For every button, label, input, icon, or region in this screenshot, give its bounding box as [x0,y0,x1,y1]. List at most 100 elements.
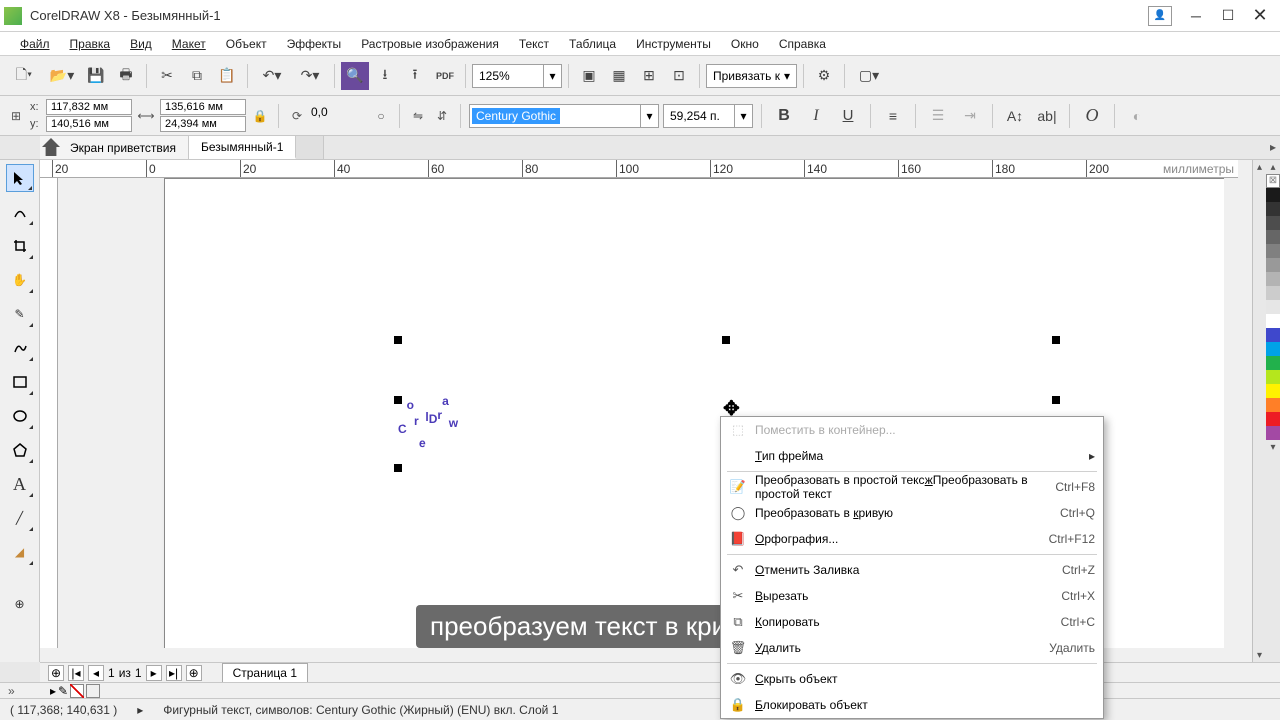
ctx-item[interactable]: 📝Преобразовать в простой тексжПреобразов… [721,474,1103,500]
handle-ml[interactable] [394,396,402,404]
fontsize-combo[interactable]: 59,254 п.▾ [663,104,753,128]
tab-document[interactable]: Безымянный-1 [189,136,296,159]
add-page-start-button[interactable]: ⊕ [48,665,64,681]
menu-tools[interactable]: Инструменты [626,33,721,54]
ctx-item[interactable]: ↶Отменить ЗаливкаCtrl+Z [721,557,1103,583]
artistic-text[interactable]: CorelDraw [398,338,458,441]
color-swatch[interactable] [1266,230,1280,244]
color-swatch[interactable] [1266,244,1280,258]
undo-button[interactable]: ↶▾ [254,62,290,90]
o-button[interactable]: O [1078,102,1106,130]
crop-tool[interactable] [6,232,34,260]
char-button[interactable]: A↕ [1001,102,1029,130]
status-arrow-icon[interactable]: ▸ [137,703,143,717]
menu-object[interactable]: Объект [216,33,277,54]
color-swatch[interactable] [1266,258,1280,272]
mirror-icon[interactable]: ○ [371,106,391,126]
color-swatch[interactable] [1266,370,1280,384]
ctx-item[interactable]: 👁Скрыть объект [721,666,1103,692]
menu-edit[interactable]: Правка [60,33,121,54]
bold-button[interactable]: B [770,102,798,130]
fullscreen-button[interactable]: ▣ [575,62,603,90]
menu-file[interactable]: Файл [10,33,60,54]
lock-ratio-icon[interactable]: 🔒 [250,106,270,126]
more-tool[interactable]: ⊕ [6,590,34,618]
ctx-item[interactable]: ◯Преобразовать в кривуюCtrl+Q [721,500,1103,526]
maximize-button[interactable]: ☐ [1212,4,1244,28]
handle-tr[interactable] [1052,336,1060,344]
handle-tc[interactable] [722,336,730,344]
menu-table[interactable]: Таблица [559,33,626,54]
curve-tool[interactable] [6,334,34,362]
palette-up-icon[interactable]: ▴ [1266,160,1280,174]
handle-bl[interactable] [394,464,402,472]
w-input[interactable]: 135,616 мм [160,99,246,115]
italic-button[interactable]: I [802,102,830,130]
rectangle-tool[interactable] [6,368,34,396]
ctx-item[interactable]: 🔒Блокировать объект [721,692,1103,718]
fill-tool[interactable]: ◢ [6,538,34,566]
paste-button[interactable]: 📋 [213,62,241,90]
pdf-button[interactable]: PDF [431,62,459,90]
options-button[interactable]: ⚙ [810,62,838,90]
copy-button[interactable]: ⧉ [183,62,211,90]
menu-bitmap[interactable]: Растровые изображения [351,33,509,54]
color-swatch[interactable] [1266,188,1280,202]
ellipse-tool[interactable] [6,402,34,430]
play-icon[interactable]: ▸ [50,684,56,698]
cut-button[interactable]: ✂ [153,62,181,90]
tab-new[interactable] [296,136,324,159]
launch-button[interactable]: ▢▾ [851,62,887,90]
color-swatch[interactable] [1266,272,1280,286]
guides-button[interactable]: ⊡ [665,62,693,90]
user-icon[interactable]: 👤 [1148,6,1172,26]
zoom-combo[interactable]: 125%▾ [472,64,562,88]
nofill-swatch[interactable] [70,684,84,698]
mirror-v-icon[interactable]: ⇵ [432,106,452,126]
color-swatch[interactable] [1266,314,1280,328]
y-input[interactable]: 140,516 мм [46,116,132,132]
color-swatch[interactable] [1266,342,1280,356]
ctx-item[interactable]: Тип фрейма▸ [721,443,1103,469]
new-button[interactable]: 🗋▾ [6,62,42,90]
polygon-tool[interactable] [6,436,34,464]
handle-mr[interactable] [1052,396,1060,404]
search-button[interactable]: 🔍 [341,62,369,90]
ctx-item[interactable]: 📕Орфография...Ctrl+F12 [721,526,1103,552]
edittext-button[interactable]: ab| [1033,102,1061,130]
no-color-swatch[interactable]: ⊠ [1266,174,1280,188]
underline-button[interactable]: U [834,102,862,130]
x-input[interactable]: 117,832 мм [46,99,132,115]
close-button[interactable]: ✕ [1244,4,1276,28]
color-swatch[interactable] [1266,384,1280,398]
rulers-button[interactable]: ▦ [605,62,633,90]
font-combo[interactable]: Century Gothic▾ [469,104,659,128]
palette-down-icon[interactable]: ▾ [1266,440,1280,454]
open-button[interactable]: 📂▾ [44,62,80,90]
color-swatch[interactable] [1266,286,1280,300]
next-page-button[interactable]: ▸ [146,665,162,681]
expand-icon[interactable]: » [8,684,28,698]
color-swatch[interactable] [1266,202,1280,216]
menu-window[interactable]: Окно [721,33,769,54]
snap-combo[interactable]: Привязать к ▾ [706,64,797,88]
handle-tl[interactable] [394,336,402,344]
color-swatch[interactable] [1266,328,1280,342]
color-swatch[interactable] [1266,356,1280,370]
menu-help[interactable]: Справка [769,33,836,54]
grid-button[interactable]: ⊞ [635,62,663,90]
fill-swatch[interactable] [86,684,100,698]
vertical-scrollbar[interactable]: ▴▾ [1252,160,1266,662]
mirror-h-icon[interactable]: ⇋ [408,106,428,126]
page-tab[interactable]: Страница 1 [222,663,308,683]
color-swatch[interactable] [1266,300,1280,314]
pan-tool[interactable]: ✋ [6,266,34,294]
minimize-button[interactable]: ─ [1180,4,1212,28]
menu-view[interactable]: Вид [120,33,162,54]
freehand-tool[interactable]: ✎ [6,300,34,328]
text-tool[interactable]: A [6,470,34,498]
dimension-tool[interactable]: ╱ [6,504,34,532]
ctx-item[interactable]: ✂ВырезатьCtrl+X [721,583,1103,609]
pick-tool[interactable] [6,164,34,192]
align-button[interactable]: ≡ [879,102,907,130]
